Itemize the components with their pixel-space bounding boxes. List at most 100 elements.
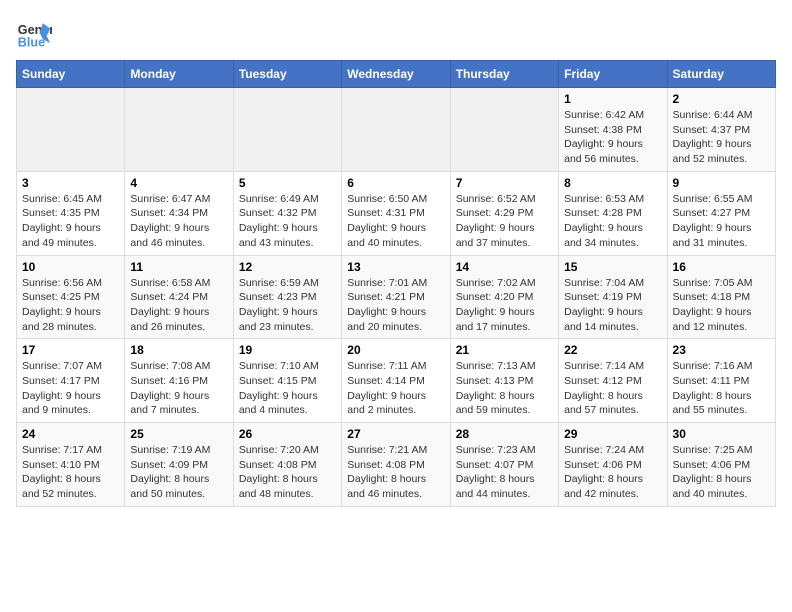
day-info: Sunrise: 7:24 AM Sunset: 4:06 PM Dayligh… (564, 443, 661, 502)
day-number: 30 (673, 427, 770, 441)
day-cell (342, 88, 450, 172)
header-cell-monday: Monday (125, 61, 233, 88)
day-number: 6 (347, 176, 444, 190)
day-cell: 26 Sunrise: 7:20 AM Sunset: 4:08 PM Dayli… (233, 423, 341, 507)
calendar-table: SundayMondayTuesdayWednesdayThursdayFrid… (16, 60, 776, 507)
day-number: 1 (564, 92, 661, 106)
day-cell: 5Sunrise: 6:49 AM Sunset: 4:32 PM Daylig… (233, 171, 341, 255)
day-number: 21 (456, 343, 553, 357)
day-info: Sunrise: 7:16 AM Sunset: 4:11 PM Dayligh… (673, 359, 770, 418)
day-number: 22 (564, 343, 661, 357)
day-cell (125, 88, 233, 172)
day-info: Sunrise: 7:23 AM Sunset: 4:07 PM Dayligh… (456, 443, 553, 502)
day-cell: 16Sunrise: 7:05 AM Sunset: 4:18 PM Dayli… (667, 255, 775, 339)
day-number: 10 (22, 260, 119, 274)
day-cell: 11Sunrise: 6:58 AM Sunset: 4:24 PM Dayli… (125, 255, 233, 339)
day-number: 15 (564, 260, 661, 274)
day-info: Sunrise: 7:19 AM Sunset: 4:09 PM Dayligh… (130, 443, 227, 502)
day-cell: 9 Sunrise: 6:55 AM Sunset: 4:27 PM Daylig… (667, 171, 775, 255)
day-info: Sunrise: 7:25 AM Sunset: 4:06 PM Dayligh… (673, 443, 770, 502)
day-number: 17 (22, 343, 119, 357)
day-cell: 24Sunrise: 7:17 AM Sunset: 4:10 PM Dayli… (17, 423, 125, 507)
day-cell: 7 Sunrise: 6:52 AM Sunset: 4:29 PM Daylig… (450, 171, 558, 255)
day-number: 28 (456, 427, 553, 441)
header-cell-tuesday: Tuesday (233, 61, 341, 88)
logo: General Blue (16, 16, 52, 52)
day-info: Sunrise: 7:05 AM Sunset: 4:18 PM Dayligh… (673, 276, 770, 335)
day-cell: 27 Sunrise: 7:21 AM Sunset: 4:08 PM Dayli… (342, 423, 450, 507)
day-cell: 30 Sunrise: 7:25 AM Sunset: 4:06 PM Dayli… (667, 423, 775, 507)
day-info: Sunrise: 7:08 AM Sunset: 4:16 PM Dayligh… (130, 359, 227, 418)
day-cell: 2Sunrise: 6:44 AM Sunset: 4:37 PM Daylig… (667, 88, 775, 172)
day-info: Sunrise: 6:42 AM Sunset: 4:38 PM Dayligh… (564, 108, 661, 167)
day-cell: 4 Sunrise: 6:47 AM Sunset: 4:34 PM Daylig… (125, 171, 233, 255)
day-info: Sunrise: 7:01 AM Sunset: 4:21 PM Dayligh… (347, 276, 444, 335)
week-row-3: 10 Sunrise: 6:56 AM Sunset: 4:25 PM Dayli… (17, 255, 776, 339)
logo-icon: General Blue (16, 16, 52, 52)
day-info: Sunrise: 7:21 AM Sunset: 4:08 PM Dayligh… (347, 443, 444, 502)
day-number: 7 (456, 176, 553, 190)
day-cell: 23 Sunrise: 7:16 AM Sunset: 4:11 PM Dayli… (667, 339, 775, 423)
day-info: Sunrise: 7:07 AM Sunset: 4:17 PM Dayligh… (22, 359, 119, 418)
day-info: Sunrise: 6:58 AM Sunset: 4:24 PM Dayligh… (130, 276, 227, 335)
day-cell: 18 Sunrise: 7:08 AM Sunset: 4:16 PM Dayli… (125, 339, 233, 423)
day-number: 26 (239, 427, 336, 441)
day-cell: 10 Sunrise: 6:56 AM Sunset: 4:25 PM Dayli… (17, 255, 125, 339)
day-number: 4 (130, 176, 227, 190)
day-cell: 13 Sunrise: 7:01 AM Sunset: 4:21 PM Dayli… (342, 255, 450, 339)
day-info: Sunrise: 6:44 AM Sunset: 4:37 PM Dayligh… (673, 108, 770, 167)
day-info: Sunrise: 7:10 AM Sunset: 4:15 PM Dayligh… (239, 359, 336, 418)
header-cell-wednesday: Wednesday (342, 61, 450, 88)
day-number: 18 (130, 343, 227, 357)
day-cell (450, 88, 558, 172)
week-row-2: 3Sunrise: 6:45 AM Sunset: 4:35 PM Daylig… (17, 171, 776, 255)
day-cell: 8Sunrise: 6:53 AM Sunset: 4:28 PM Daylig… (559, 171, 667, 255)
day-cell: 28 Sunrise: 7:23 AM Sunset: 4:07 PM Dayli… (450, 423, 558, 507)
day-info: Sunrise: 6:59 AM Sunset: 4:23 PM Dayligh… (239, 276, 336, 335)
day-cell: 17 Sunrise: 7:07 AM Sunset: 4:17 PM Dayli… (17, 339, 125, 423)
header-row: SundayMondayTuesdayWednesdayThursdayFrid… (17, 61, 776, 88)
day-number: 14 (456, 260, 553, 274)
day-cell: 19 Sunrise: 7:10 AM Sunset: 4:15 PM Dayli… (233, 339, 341, 423)
header-cell-thursday: Thursday (450, 61, 558, 88)
day-cell: 3Sunrise: 6:45 AM Sunset: 4:35 PM Daylig… (17, 171, 125, 255)
day-info: Sunrise: 7:20 AM Sunset: 4:08 PM Dayligh… (239, 443, 336, 502)
day-cell: 29Sunrise: 7:24 AM Sunset: 4:06 PM Dayli… (559, 423, 667, 507)
day-info: Sunrise: 6:52 AM Sunset: 4:29 PM Dayligh… (456, 192, 553, 251)
day-cell: 22 Sunrise: 7:14 AM Sunset: 4:12 PM Dayli… (559, 339, 667, 423)
day-cell: 1 Sunrise: 6:42 AM Sunset: 4:38 PM Daylig… (559, 88, 667, 172)
day-info: Sunrise: 6:55 AM Sunset: 4:27 PM Dayligh… (673, 192, 770, 251)
day-cell: 12 Sunrise: 6:59 AM Sunset: 4:23 PM Dayli… (233, 255, 341, 339)
day-number: 9 (673, 176, 770, 190)
header-cell-friday: Friday (559, 61, 667, 88)
day-cell: 20Sunrise: 7:11 AM Sunset: 4:14 PM Dayli… (342, 339, 450, 423)
day-info: Sunrise: 6:56 AM Sunset: 4:25 PM Dayligh… (22, 276, 119, 335)
day-info: Sunrise: 6:47 AM Sunset: 4:34 PM Dayligh… (130, 192, 227, 251)
day-number: 19 (239, 343, 336, 357)
week-row-1: 1 Sunrise: 6:42 AM Sunset: 4:38 PM Daylig… (17, 88, 776, 172)
svg-text:Blue: Blue (18, 36, 45, 50)
day-number: 23 (673, 343, 770, 357)
day-number: 3 (22, 176, 119, 190)
day-info: Sunrise: 6:49 AM Sunset: 4:32 PM Dayligh… (239, 192, 336, 251)
day-number: 12 (239, 260, 336, 274)
header-cell-saturday: Saturday (667, 61, 775, 88)
day-info: Sunrise: 7:11 AM Sunset: 4:14 PM Dayligh… (347, 359, 444, 418)
day-info: Sunrise: 7:14 AM Sunset: 4:12 PM Dayligh… (564, 359, 661, 418)
day-cell (233, 88, 341, 172)
page-header: General Blue (16, 16, 776, 52)
day-number: 27 (347, 427, 444, 441)
day-info: Sunrise: 7:04 AM Sunset: 4:19 PM Dayligh… (564, 276, 661, 335)
day-cell: 25Sunrise: 7:19 AM Sunset: 4:09 PM Dayli… (125, 423, 233, 507)
day-cell: 15 Sunrise: 7:04 AM Sunset: 4:19 PM Dayli… (559, 255, 667, 339)
day-info: Sunrise: 7:13 AM Sunset: 4:13 PM Dayligh… (456, 359, 553, 418)
day-cell: 14Sunrise: 7:02 AM Sunset: 4:20 PM Dayli… (450, 255, 558, 339)
day-cell (17, 88, 125, 172)
day-cell: 6Sunrise: 6:50 AM Sunset: 4:31 PM Daylig… (342, 171, 450, 255)
week-row-4: 17 Sunrise: 7:07 AM Sunset: 4:17 PM Dayli… (17, 339, 776, 423)
day-number: 24 (22, 427, 119, 441)
calendar-header: SundayMondayTuesdayWednesdayThursdayFrid… (17, 61, 776, 88)
calendar-body: 1 Sunrise: 6:42 AM Sunset: 4:38 PM Daylig… (17, 88, 776, 507)
day-number: 8 (564, 176, 661, 190)
day-number: 13 (347, 260, 444, 274)
